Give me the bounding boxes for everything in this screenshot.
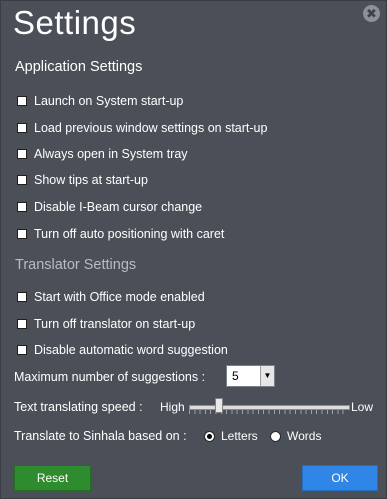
turn-off-translator-checkbox[interactable]: Turn off translator on start-up: [17, 317, 195, 331]
checkbox-box[interactable]: [17, 292, 27, 302]
max-suggestions-value: 5: [232, 369, 239, 383]
speed-slider-thumb[interactable]: [214, 398, 223, 413]
speed-high-label: High: [160, 400, 185, 414]
speed-low-label: Low: [351, 400, 374, 414]
translator-settings-heading: Translator Settings: [15, 257, 137, 273]
checkbox-box[interactable]: [17, 345, 27, 355]
close-icon[interactable]: ✖: [363, 5, 380, 22]
checkbox-label: Always open in System tray: [34, 147, 188, 161]
translate-basis-label: Translate to Sinhala based on :: [14, 429, 187, 443]
checkbox-label: Start with Office mode enabled: [34, 290, 205, 304]
checkbox-box[interactable]: [17, 96, 27, 106]
reset-button[interactable]: Reset: [14, 465, 91, 491]
auto-positioning-checkbox[interactable]: Turn off auto positioning with caret: [17, 227, 224, 241]
radio-selected-dot: [207, 433, 212, 439]
ok-button[interactable]: OK: [302, 465, 378, 491]
launch-on-startup-checkbox[interactable]: Launch on System start-up: [17, 94, 183, 108]
letters-radio[interactable]: Letters: [204, 429, 258, 443]
load-previous-window-checkbox[interactable]: Load previous window settings on start-u…: [17, 121, 267, 135]
max-suggestions-select[interactable]: 5 ▼: [226, 365, 275, 387]
checkbox-box[interactable]: [17, 175, 27, 185]
chevron-down-icon[interactable]: ▼: [260, 366, 274, 386]
checkbox-label: Disable I-Beam cursor change: [34, 200, 203, 214]
checkbox-label: Launch on System start-up: [34, 94, 184, 108]
disable-ibeam-checkbox[interactable]: Disable I-Beam cursor change: [17, 200, 202, 214]
open-in-tray-checkbox[interactable]: Always open in System tray: [17, 147, 188, 161]
application-settings-heading: Application Settings: [15, 59, 143, 75]
window-title: Settings: [13, 4, 137, 41]
radio-label: Words: [287, 429, 322, 443]
speed-slider-ticks: [189, 410, 348, 414]
checkbox-box[interactable]: [17, 229, 27, 239]
disable-word-suggestion-checkbox[interactable]: Disable automatic word suggestion: [17, 343, 228, 357]
max-suggestions-label: Maximum number of suggestions :: [14, 370, 206, 384]
checkbox-label: Show tips at start-up: [34, 173, 148, 187]
speed-label: Text translating speed :: [14, 400, 143, 414]
checkbox-box[interactable]: [17, 123, 27, 133]
checkbox-label: Turn off translator on start-up: [34, 317, 196, 331]
office-mode-checkbox[interactable]: Start with Office mode enabled: [17, 290, 205, 304]
checkbox-label: Load previous window settings on start-u…: [34, 121, 268, 135]
checkbox-box[interactable]: [17, 149, 27, 159]
words-radio[interactable]: Words: [270, 429, 321, 443]
checkbox-box[interactable]: [17, 202, 27, 212]
radio-label: Letters: [221, 429, 258, 443]
settings-window: ✖ Settings Application Settings Launch o…: [0, 0, 387, 499]
show-tips-checkbox[interactable]: Show tips at start-up: [17, 173, 148, 187]
checkbox-label: Disable automatic word suggestion: [34, 343, 228, 357]
radio-button[interactable]: [270, 430, 281, 442]
checkbox-box[interactable]: [17, 319, 27, 329]
radio-button[interactable]: [204, 430, 215, 442]
checkbox-label: Turn off auto positioning with caret: [34, 227, 225, 241]
